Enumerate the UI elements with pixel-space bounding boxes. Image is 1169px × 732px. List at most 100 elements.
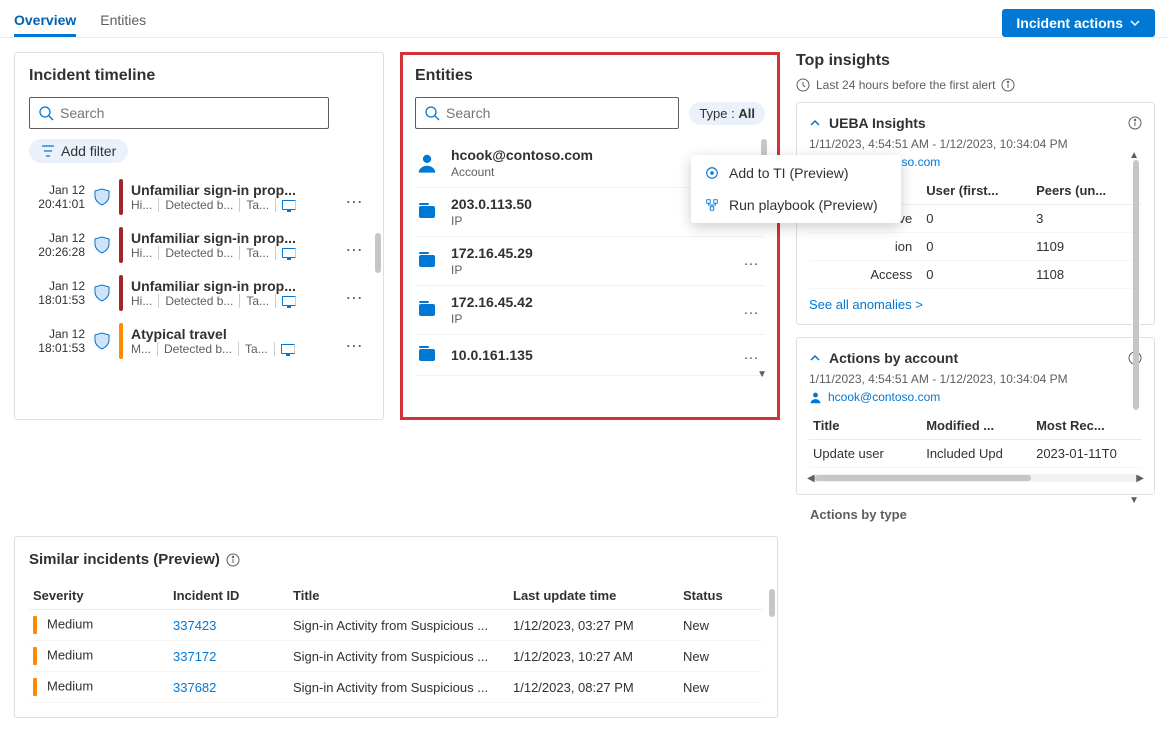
col-status[interactable]: Status	[679, 582, 763, 610]
horizontal-scrollbar[interactable]: ◀▶	[809, 474, 1142, 482]
chevron-up-icon	[809, 117, 821, 129]
similar-incidents-card: Similar incidents (Preview) Severity Inc…	[14, 536, 778, 718]
actions-user-link[interactable]: hcook@contoso.com	[809, 390, 1142, 404]
timeline-item[interactable]: Jan 1220:26:28 Unfamiliar sign-in prop..…	[29, 221, 369, 269]
timeline-item[interactable]: Jan 1218:01:53 Unfamiliar sign-in prop..…	[29, 269, 369, 317]
info-icon[interactable]	[1001, 78, 1015, 92]
monitor-icon	[282, 200, 296, 210]
timeline-item[interactable]: Jan 1218:01:53 Atypical travel M...Detec…	[29, 317, 369, 365]
ueba-toggle[interactable]: UEBA Insights	[809, 115, 1142, 131]
incident-id-link[interactable]: 337423	[173, 618, 216, 633]
incident-actions-button[interactable]: Incident actions	[1002, 9, 1155, 37]
entities-type-filter[interactable]: Type : All	[689, 102, 765, 125]
entity-type: IP	[451, 312, 731, 326]
more-icon[interactable]: …	[341, 235, 369, 256]
entity-more-icon[interactable]: …	[743, 252, 761, 270]
chevron-down-icon	[1129, 17, 1141, 29]
actions-toggle[interactable]: Actions by account	[809, 350, 1142, 366]
person-icon	[416, 152, 438, 174]
ip-icon	[419, 304, 435, 316]
entities-search-input[interactable]	[446, 105, 670, 121]
col-incident-id[interactable]: Incident ID	[169, 582, 289, 610]
actions-by-account-card: Actions by account 1/11/2023, 4:54:51 AM…	[796, 337, 1155, 495]
entity-type: IP	[451, 263, 731, 277]
more-icon[interactable]: …	[341, 331, 369, 352]
entities-title: Entities	[415, 67, 765, 85]
type-label: Type :	[699, 106, 734, 121]
tab-entities[interactable]: Entities	[100, 6, 146, 37]
scroll-thumb[interactable]	[375, 233, 381, 273]
monitor-icon	[282, 248, 296, 258]
timeline-search[interactable]	[29, 97, 329, 129]
menu-run-playbook[interactable]: Run playbook (Preview)	[691, 189, 901, 221]
col-severity[interactable]: Severity	[29, 582, 169, 610]
col-modified[interactable]: Modified ...	[922, 412, 1032, 440]
entity-name: hcook@contoso.com	[451, 147, 731, 163]
entities-card-highlight: Entities Type : All ▼ hcook@contoso.com …	[400, 52, 780, 420]
entity-context-menu: Add to TI (Preview) Run playbook (Previe…	[691, 155, 901, 223]
scroll-thumb[interactable]	[769, 589, 775, 617]
see-all-anomalies-link[interactable]: See all anomalies >	[809, 297, 1142, 312]
menu-add-to-ti[interactable]: Add to TI (Preview)	[691, 157, 901, 189]
incident-id-link[interactable]: 337682	[173, 680, 216, 695]
timeline-timestamp: Jan 1220:41:01	[29, 183, 85, 212]
entity-row[interactable]: 172.16.45.42 IP …	[415, 286, 765, 335]
menu-run-playbook-label: Run playbook (Preview)	[729, 197, 878, 213]
col-title[interactable]: Title	[289, 582, 509, 610]
incident-id-link[interactable]: 337172	[173, 649, 216, 664]
severity-bar	[33, 678, 37, 696]
more-icon[interactable]: …	[341, 283, 369, 304]
table-row[interactable]: Update userIncluded Upd2023-01-11T0	[809, 440, 1142, 468]
actions-range: 1/11/2023, 4:54:51 AM - 1/12/2023, 10:34…	[809, 372, 1142, 386]
severity-bar	[33, 616, 37, 634]
info-icon[interactable]	[1128, 116, 1142, 130]
col-peers[interactable]: Peers (un...	[1032, 177, 1142, 205]
shield-icon	[93, 188, 111, 206]
timeline-timestamp: Jan 1218:01:53	[29, 327, 85, 356]
add-filter-button[interactable]: Add filter	[29, 139, 128, 163]
actions-title: Actions by account	[829, 350, 958, 366]
col-user[interactable]: User (first...	[922, 177, 1032, 205]
entity-row[interactable]: 172.16.45.29 IP …	[415, 237, 765, 286]
menu-add-ti-label: Add to TI (Preview)	[729, 165, 849, 181]
timeline-item-meta: M...Detected b...Ta...	[131, 342, 333, 356]
monitor-icon	[282, 296, 296, 306]
entity-type: Account	[451, 165, 731, 179]
table-row[interactable]: Medium 337423 Sign-in Activity from Susp…	[29, 610, 763, 641]
shield-icon	[93, 284, 111, 302]
search-icon	[38, 105, 54, 121]
timeline-item-meta: Hi...Detected b...Ta...	[131, 294, 333, 308]
more-icon[interactable]: …	[341, 187, 369, 208]
entity-more-icon[interactable]: …	[743, 346, 761, 364]
insights-time-range: Last 24 hours before the first alert	[796, 78, 1155, 92]
incident-actions-label: Incident actions	[1016, 15, 1123, 31]
severity-bar	[119, 323, 123, 359]
timeline-item-title: Unfamiliar sign-in prop...	[131, 182, 333, 198]
entities-search[interactable]	[415, 97, 679, 129]
severity-bar	[119, 275, 123, 311]
ip-icon	[419, 255, 435, 267]
table-row[interactable]: ion01109	[809, 233, 1142, 261]
col-recent[interactable]: Most Rec...	[1032, 412, 1142, 440]
col-title[interactable]: Title	[809, 412, 922, 440]
incident-timeline-title: Incident timeline	[29, 67, 369, 85]
table-row[interactable]: Medium 337682 Sign-in Activity from Susp…	[29, 672, 763, 703]
entity-name: 172.16.45.29	[451, 245, 731, 261]
entity-type: IP	[451, 214, 723, 228]
insights-scrollbar[interactable]: ▲ ▼	[1133, 150, 1141, 506]
timeline-timestamp: Jan 1220:26:28	[29, 231, 85, 260]
col-last-update[interactable]: Last update time	[509, 582, 679, 610]
top-insights-title: Top insights	[796, 52, 1155, 70]
playbook-icon	[705, 198, 719, 212]
entity-row[interactable]: 10.0.161.135 …	[415, 335, 765, 376]
table-row[interactable]: Access01108	[809, 261, 1142, 289]
chevron-up-icon	[809, 352, 821, 364]
scroll-down-arrow[interactable]: ▼	[757, 369, 767, 380]
timeline-search-input[interactable]	[60, 105, 320, 121]
ip-icon	[419, 349, 435, 361]
timeline-item[interactable]: Jan 1220:41:01 Unfamiliar sign-in prop..…	[29, 173, 369, 221]
tab-overview[interactable]: Overview	[14, 6, 76, 37]
table-row[interactable]: Medium 337172 Sign-in Activity from Susp…	[29, 641, 763, 672]
entity-more-icon[interactable]: …	[743, 301, 761, 319]
info-icon[interactable]	[226, 553, 240, 567]
